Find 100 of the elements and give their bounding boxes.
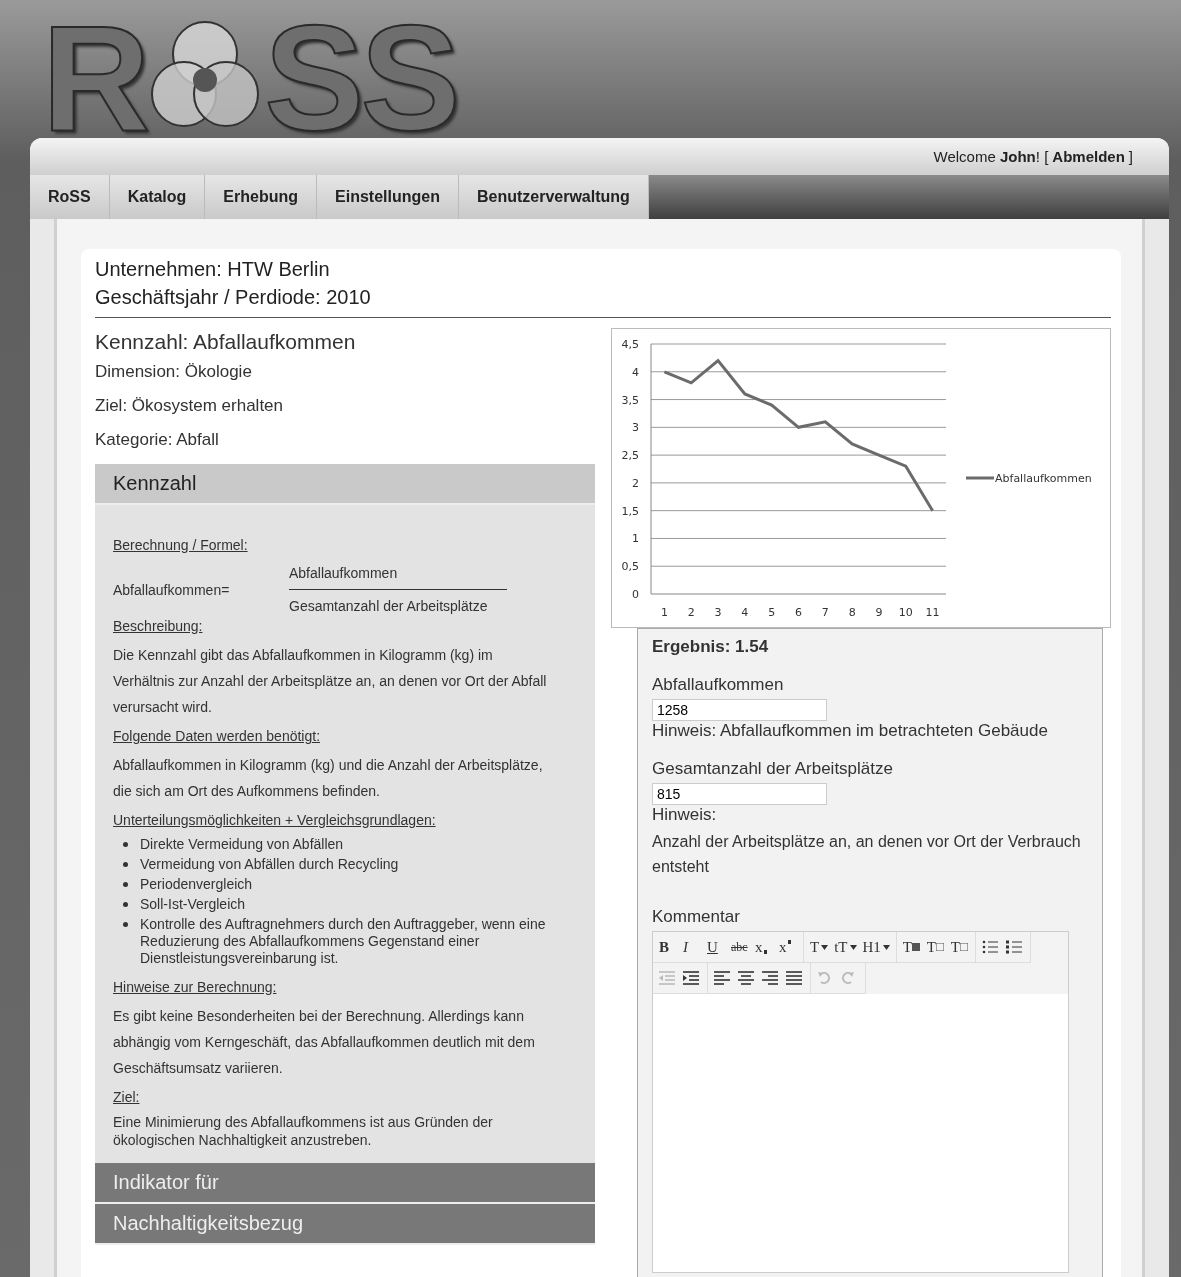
- bullet-icon: [123, 862, 128, 867]
- hint-text: Hinweis: Abfallaufkommen im betrachteten Gebäude: [652, 721, 1049, 741]
- font-dropdown-button[interactable]: tT: [831, 934, 860, 960]
- y-tick-label: 4,5: [621, 338, 639, 351]
- nav-tab[interactable]: Einstellungen: [317, 174, 459, 219]
- accordion-header[interactable]: Kennzahl: [95, 464, 595, 505]
- hint-note: Anzahl der Arbeitsplätze an, an denen vor Ort der Verbrauch entsteht: [652, 832, 1082, 877]
- data-text: Abfallaufkommen in Kilogramm (kg) und die Anzahl der Arbeitsplätze, die sich am Ort des Aufkommens befinden.: [113, 756, 544, 801]
- x-tick-label: 2: [687, 606, 695, 619]
- italic-button[interactable]: I: [680, 934, 704, 960]
- caret-icon: [821, 944, 829, 950]
- nav-tab[interactable]: Erhebung: [205, 174, 317, 219]
- font-dropdown-button[interactable]: T: [807, 934, 832, 960]
- nav-tab[interactable]: Benutzerverwaltung: [458, 174, 649, 219]
- y-tick-label: 1,5: [621, 504, 639, 518]
- option-text: Soll-Ist-Vergleich: [140, 896, 246, 913]
- rich-text-editor[interactable]: B I U abc x x T tT H1 T T T: [652, 931, 1069, 1273]
- option-text: Kontrolle des Auftragnehmers durch den Auftraggeber, wenn eine Reduzierung des Abfallaufkommens Gegenstand einer Dienstleistungsvereinbarung ist.: [140, 916, 547, 967]
- dimension-text: Dimension: Ökologie: [95, 362, 253, 382]
- bullet-icon: [123, 922, 128, 927]
- company-heading: Unternehmen: HTW Berlin: [95, 257, 331, 282]
- font-dropdown-button[interactable]: H1: [859, 934, 893, 960]
- section-heading: Hinweise zur Berechnung:: [113, 978, 278, 997]
- option-text: Vermeidung von Abfällen durch Recycling: [140, 856, 399, 873]
- y-tick-label: 3: [632, 421, 639, 435]
- period-heading: Geschäftsjahr / Perdiode: 2010: [95, 285, 372, 310]
- subscript-button[interactable]: x: [752, 934, 776, 960]
- section-heading: Unterteilungsmöglichkeiten + Vergleichsgrundlagen:: [113, 811, 437, 830]
- small-mark-icon: [936, 943, 945, 951]
- bracket-text: ]: [1128, 147, 1133, 165]
- comment-label: Kommentar: [652, 907, 741, 927]
- y-tick-label: 0: [632, 588, 639, 601]
- x-tick-label: 5: [768, 606, 776, 619]
- superscript-button[interactable]: x: [776, 934, 800, 960]
- x-tick-label: 9: [875, 606, 883, 619]
- option-text: Periodenvergleich: [140, 876, 253, 893]
- formula-numerator: Abfallaufkommen: [289, 563, 507, 590]
- notes-text: Es gibt keine Besonderheiten bei der Berechnung. Allerdings kann abhängig vom Kerngeschäft, das Abfallaufkommen deutlich mit dem Geschäftsumsatz variieren.: [113, 1007, 536, 1078]
- eraser-button[interactable]: T: [923, 934, 948, 960]
- x-tick-label: 11: [925, 606, 940, 619]
- option-text: Direkte Vermeidung von Abfällen: [140, 836, 344, 853]
- small-mark-icon: [960, 943, 969, 951]
- x-tick-label: 10: [898, 606, 913, 619]
- logout-link[interactable]: Abmelden: [1052, 147, 1125, 165]
- formula-denominator: Gesamtanzahl der Arbeitsplätze: [289, 597, 489, 616]
- x-tick-label: 4: [741, 606, 749, 619]
- subscript-mark-icon: [763, 950, 767, 954]
- caret-icon: [882, 944, 890, 950]
- nav-tab[interactable]: Katalog: [109, 174, 206, 219]
- goal-description: Eine Minimierung des Abfallaufkommens ist aus Gründen der ökologischen Nachhaltigkeit anzustreben.: [113, 1113, 494, 1149]
- accordion-header[interactable]: Indikator für: [95, 1163, 595, 1204]
- input-field[interactable]: 1258: [652, 699, 827, 721]
- undo-icon: [817, 971, 831, 985]
- y-tick-label: 1: [632, 532, 639, 546]
- field-label: Abfallaufkommen: [652, 675, 785, 695]
- input-field[interactable]: 815: [652, 783, 827, 805]
- section-heading: Berechnung / Formel:: [113, 536, 249, 555]
- y-tick-label: 3,5: [621, 393, 639, 407]
- align-left-icon: [714, 970, 730, 986]
- bulleted-list-icon: [981, 939, 998, 955]
- field-label: Gesamtanzahl der Arbeitsplätze: [652, 759, 894, 779]
- result-text: Ergebnis: 1.54: [652, 637, 770, 657]
- y-tick-label: 2: [632, 476, 639, 490]
- bullet-icon: [123, 902, 128, 907]
- legend-swatch: [966, 476, 994, 480]
- x-tick-label: 3: [714, 606, 722, 619]
- clear-format-button[interactable]: T: [947, 934, 972, 960]
- section-heading: Ziel:: [113, 1088, 141, 1107]
- nav-tab[interactable]: RoSS: [30, 174, 110, 219]
- hint-text: Hinweis:: [652, 805, 718, 825]
- accordion-header[interactable]: Nachhaltigkeitsbezug: [95, 1204, 595, 1245]
- x-tick-label: 7: [821, 606, 829, 619]
- bullet-icon: [123, 842, 128, 847]
- align-right-icon: [762, 970, 778, 986]
- legend-label: Abfallaufkommen: [995, 472, 1092, 485]
- description-text: Die Kennzahl gibt das Abfallaufkommen in Kilogramm (kg) im Verhältnis zur Anzahl der Arbeitsplätze an, an denen vor Ort der Abfall verursacht wird.: [113, 646, 548, 717]
- outdent-icon: [659, 970, 675, 986]
- redo-icon: [841, 971, 855, 985]
- bullet-icon: [123, 882, 128, 887]
- metric-title: Kennzahl: Abfallaufkommen: [95, 330, 357, 354]
- justify-icon: [786, 970, 802, 986]
- welcome-text: Welcome John! [: [933, 147, 1049, 165]
- section-heading: Folgende Daten werden benötigt:: [113, 727, 322, 746]
- section-heading: Beschreibung:: [113, 617, 204, 636]
- small-mark-icon: [912, 943, 921, 951]
- numbered-list-icon: [1005, 939, 1022, 955]
- caret-icon: [849, 944, 857, 950]
- align-center-icon: [738, 970, 754, 986]
- bold-button[interactable]: B: [656, 934, 680, 960]
- x-tick-label: 6: [795, 606, 802, 619]
- indent-icon: [683, 970, 699, 986]
- highlight-button[interactable]: T: [899, 934, 924, 960]
- y-tick-label: 2,5: [621, 449, 639, 463]
- formula-left-side: Abfallaufkommen=: [113, 580, 231, 600]
- x-tick-label: 1: [660, 606, 668, 619]
- y-tick-label: 4: [632, 365, 639, 379]
- underline-button[interactable]: U: [704, 934, 728, 960]
- x-tick-label: 8: [848, 606, 856, 619]
- logo-letters: SS: [264, 18, 457, 138]
- strikethrough-button[interactable]: abc: [728, 934, 752, 960]
